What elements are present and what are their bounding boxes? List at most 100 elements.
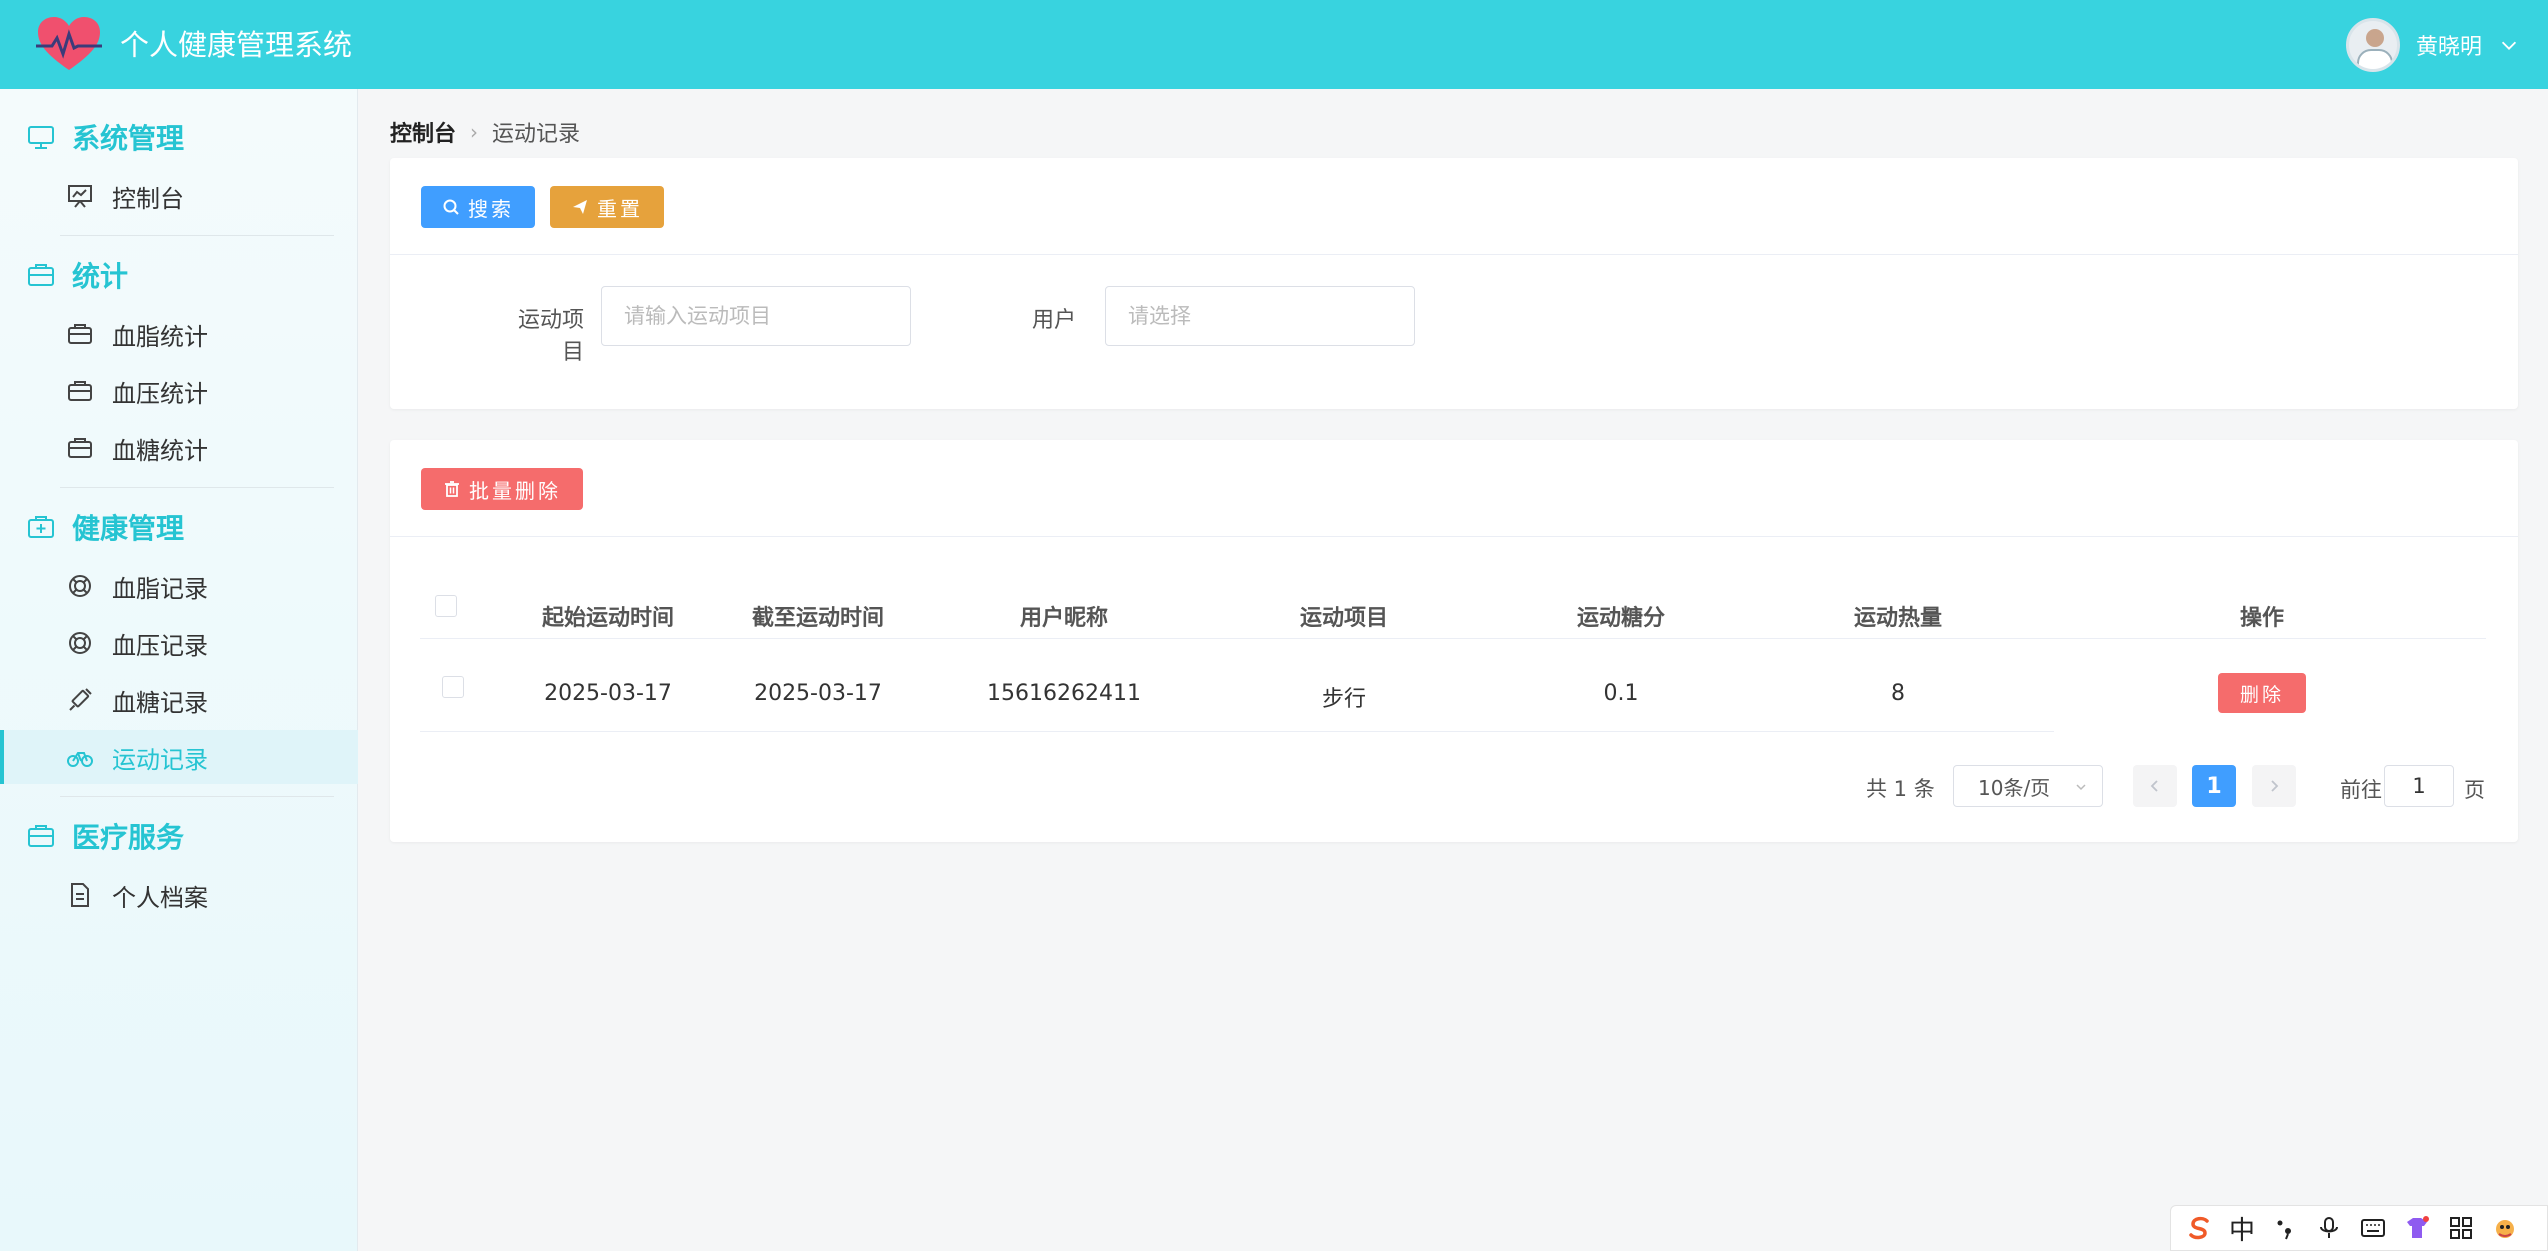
briefcase-icon: [68, 438, 92, 458]
skin-shirt-icon[interactable]: [2403, 1214, 2431, 1242]
bicycle-icon: [67, 752, 93, 767]
sidebar-item-label: 血糖统计: [112, 436, 208, 465]
user-name[interactable]: 黄晓明: [2416, 29, 2482, 61]
send-icon: [573, 200, 587, 214]
sidebar-group-medical[interactable]: 医疗服务: [26, 816, 184, 856]
column-header: 起始运动时间: [541, 606, 675, 631]
card-divider: [390, 254, 2518, 255]
breadcrumb: 控制台 › 运动记录: [390, 116, 580, 148]
sidebar-item-exercise-records[interactable]: 运动记录: [0, 730, 358, 784]
column-header: 运动热量: [1853, 606, 1943, 631]
sidebar-item-profile[interactable]: 个人档案: [0, 868, 358, 922]
reset-button-label: 重置: [597, 196, 643, 221]
ime-mode-chinese[interactable]: 中: [2229, 1210, 2255, 1247]
avatar[interactable]: [2345, 18, 2400, 72]
breadcrumb-current: 运动记录: [492, 122, 581, 147]
sidebar-item-label: 血压统计: [112, 379, 208, 408]
microphone-icon[interactable]: [2315, 1214, 2343, 1242]
search-card: 搜索 重置 运动项目 用户: [390, 158, 2518, 409]
briefcase-icon: [68, 381, 92, 401]
sidebar-group-title: 医疗服务: [72, 821, 185, 854]
cell-sugar: 0.1: [1603, 681, 1639, 706]
document-icon: [71, 883, 89, 907]
page-number-current[interactable]: 1: [2192, 765, 2236, 807]
briefcase-icon: [28, 264, 54, 286]
sidebar-divider: [60, 487, 334, 488]
lifebuoy-icon: [69, 632, 91, 654]
lifebuoy-icon: [69, 575, 91, 597]
batch-delete-button[interactable]: 批量删除: [421, 468, 583, 510]
sogou-logo-icon[interactable]: [2185, 1214, 2213, 1242]
reset-button[interactable]: 重置: [550, 186, 664, 228]
sidebar-group-title: 统计: [72, 260, 129, 293]
column-header: 运动糖分: [1576, 606, 1666, 631]
cell-exercise: 步行: [1321, 687, 1367, 712]
search-icon: [443, 199, 459, 215]
page-size-select[interactable]: 10条/页: [1953, 765, 2103, 807]
goto-suffix: 页: [2464, 778, 2485, 802]
select-all-checkbox[interactable]: [435, 595, 457, 617]
punctuation-icon[interactable]: [2271, 1214, 2299, 1242]
page-size-value: 10条/页: [1978, 775, 2051, 800]
keyboard-icon[interactable]: [2359, 1214, 2387, 1242]
delete-row-button[interactable]: 删除: [2218, 673, 2306, 713]
prev-page-button[interactable]: [2133, 765, 2177, 807]
sidebar-group-health[interactable]: 健康管理: [26, 507, 184, 547]
sidebar-item-label: 血脂统计: [112, 322, 208, 351]
goto-page-input[interactable]: [2384, 765, 2454, 807]
sidebar-item-label: 血压记录: [112, 631, 208, 660]
card-divider: [390, 536, 2518, 537]
briefcase-icon: [68, 324, 92, 344]
exercise-filter-label: 运动项目: [517, 308, 584, 365]
column-header: 运动项目: [1299, 606, 1389, 631]
sidebar-item-label: 运动记录: [112, 745, 208, 774]
chevron-left-icon: [2150, 780, 2158, 792]
grid-menu-icon[interactable]: [2447, 1214, 2475, 1242]
batch-delete-label: 批量删除: [469, 478, 561, 503]
table-row-divider: [420, 731, 2054, 732]
next-page-button[interactable]: [2252, 765, 2296, 807]
trash-icon: [445, 481, 459, 497]
sidebar-group-system[interactable]: 系统管理: [26, 117, 184, 157]
cell-start-time: 2025-03-17: [544, 681, 672, 706]
sidebar-item-lipid-stats[interactable]: 血脂统计: [0, 307, 358, 361]
sidebar-item-pressure-stats[interactable]: 血压统计: [0, 364, 358, 418]
column-header: 截至运动时间: [751, 606, 885, 631]
monitor-icon: [28, 126, 54, 149]
user-menu[interactable]: 黄晓明: [2345, 18, 2520, 72]
sidebar-item-label: 个人档案: [112, 883, 208, 912]
sidebar-item-label: 血糖记录: [112, 688, 208, 717]
exercise-input[interactable]: [601, 286, 911, 346]
mascot-icon[interactable]: [2491, 1214, 2519, 1242]
sidebar-item-dashboard[interactable]: 控制台: [0, 169, 358, 223]
column-header: 操作: [2239, 606, 2285, 631]
sidebar-item-lipid-records[interactable]: 血脂记录: [0, 559, 358, 613]
chevron-right-icon: [2271, 780, 2279, 792]
sidebar-group-title: 健康管理: [72, 512, 185, 545]
heart-logo-icon: [36, 17, 102, 70]
table-card: 批量删除 起始运动时间 截至运动时间 用户昵称 运动项目 运动糖分 运动热量 操…: [390, 440, 2518, 842]
sidebar-group-statistics[interactable]: 统计: [26, 255, 128, 295]
presentation-icon: [68, 185, 92, 208]
chevron-down-icon[interactable]: [2498, 34, 2520, 56]
goto-prefix: 前往: [2340, 778, 2382, 802]
top-header: 个人健康管理系统 黄晓明: [0, 0, 2548, 89]
breadcrumb-home[interactable]: 控制台: [390, 116, 456, 148]
cell-calories: 8: [1891, 681, 1905, 706]
sidebar-group-title: 系统管理: [72, 122, 185, 155]
syringe-icon: [69, 688, 92, 711]
sidebar-item-glucose-records[interactable]: 血糖记录: [0, 673, 358, 727]
user-select[interactable]: [1105, 286, 1415, 346]
column-header: 用户昵称: [1019, 606, 1109, 631]
cell-nickname: 15616262411: [987, 681, 1141, 706]
sidebar-item-label: 控制台: [112, 184, 184, 213]
sidebar-divider: [60, 235, 334, 236]
sidebar-item-glucose-stats[interactable]: 血糖统计: [0, 421, 358, 475]
briefcase-icon: [28, 825, 54, 847]
sidebar-item-pressure-records[interactable]: 血压记录: [0, 616, 358, 670]
sidebar: 系统管理 控制台 统计 血脂统计 血压统计 血糖统计 健康管理 血脂记录 血压记…: [0, 89, 358, 1251]
breadcrumb-separator: ›: [470, 120, 479, 144]
search-button[interactable]: 搜索: [421, 186, 535, 228]
sidebar-divider: [60, 796, 334, 797]
row-checkbox[interactable]: [442, 676, 464, 698]
